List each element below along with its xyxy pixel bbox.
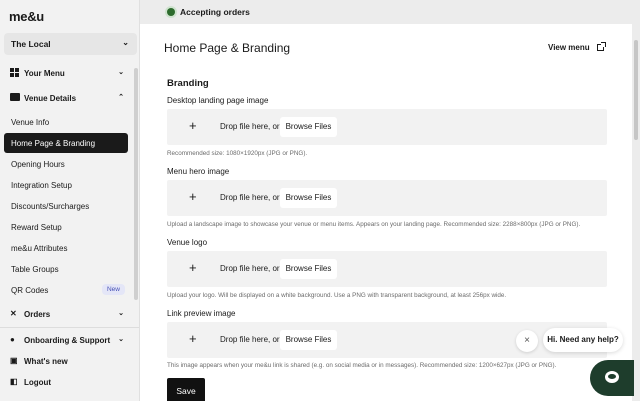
status-indicator (167, 8, 175, 16)
sidebar-item-label: Reward Setup (11, 223, 62, 232)
nav-section-venue-details[interactable]: Venue Details ⌃ (4, 89, 130, 107)
sidebar-item-label: Opening Hours (11, 160, 65, 169)
dropzone-link-preview[interactable]: + Drop file here, or Browse Files (167, 322, 607, 358)
new-badge: New (101, 284, 125, 295)
grid-icon (10, 68, 19, 77)
chevron-down-icon: ⌄ (122, 38, 129, 47)
nav-section-label: Venue Details (24, 94, 77, 103)
drop-text: Drop file here, or (220, 264, 280, 273)
sidebar-item-label: Home Page & Branding (11, 139, 96, 148)
plus-icon: + (189, 260, 197, 275)
status-bar: Accepting orders (140, 0, 640, 24)
sidebar-item-reward-setup[interactable]: Reward Setup (4, 217, 128, 237)
sidebar-item-label: Venue Info (11, 118, 50, 127)
main-scrollbar[interactable] (634, 40, 638, 140)
field-label: Desktop landing page image (167, 96, 269, 105)
sidebar-item-opening-hours[interactable]: Opening Hours (4, 154, 128, 174)
plus-icon: + (189, 118, 197, 133)
sidebar-item-discounts-surcharges[interactable]: Discounts/Surcharges (4, 196, 128, 216)
sidebar: me&u The Local ⌄ Your Menu ⌄ Venue Detai… (0, 0, 140, 401)
help-circle-icon: ● (10, 335, 15, 344)
field-label: Link preview image (167, 309, 236, 318)
sidebar-item-venue-info[interactable]: Venue Info (4, 112, 128, 132)
venue-selector-value: The Local (11, 39, 51, 49)
store-icon (10, 93, 20, 102)
external-link-icon (596, 42, 606, 51)
sidebar-item-home-page-branding[interactable]: Home Page & Branding (4, 133, 128, 153)
chevron-down-icon: ⌄ (118, 336, 124, 343)
sidebar-item-label: me&u Attributes (11, 244, 68, 253)
chevron-down-icon: ⌄ (118, 310, 124, 317)
chevron-up-icon: ⌃ (118, 94, 124, 101)
chat-icon (605, 371, 619, 383)
helper-text: Upload a landscape image to showcase you… (167, 221, 581, 228)
drop-text: Drop file here, or (220, 193, 280, 202)
nav-section-your-menu[interactable]: Your Menu ⌄ (4, 64, 130, 82)
plus-icon: + (189, 331, 197, 346)
field-label: Venue logo (167, 238, 208, 247)
sidebar-item-table-groups[interactable]: Table Groups (4, 259, 128, 279)
plus-icon: + (189, 189, 197, 204)
nav-section-label: Orders (24, 310, 51, 319)
status-text: Accepting orders (180, 7, 250, 17)
helper-text: This image appears when your me&u link i… (167, 362, 557, 369)
logout-icon: ◧ (10, 377, 18, 386)
sidebar-item-integration-setup[interactable]: Integration Setup (4, 175, 128, 195)
browse-files-button[interactable]: Browse Files (280, 259, 337, 279)
save-button[interactable]: Save (167, 378, 205, 401)
sidebar-item-label: Discounts/Surcharges (11, 202, 90, 211)
sidebar-item-label: Table Groups (11, 265, 59, 274)
dropzone-menu-hero[interactable]: + Drop file here, or Browse Files (167, 180, 607, 216)
dropzone-desktop-landing[interactable]: + Drop file here, or Browse Files (167, 109, 607, 145)
browse-files-button[interactable]: Browse Files (280, 188, 337, 208)
drop-text: Drop file here, or (220, 335, 280, 344)
field-label: Menu hero image (167, 167, 230, 176)
helper-text: Recommended size: 1080×1920px (JPG or PN… (167, 150, 308, 157)
logout-link[interactable]: ◧ Logout (4, 373, 130, 391)
nav-section-label: Your Menu (24, 69, 65, 78)
app-logo: me&u (9, 9, 44, 24)
nav-section-orders[interactable]: ✕ Orders ⌄ (4, 305, 130, 323)
browse-files-button[interactable]: Browse Files (280, 117, 337, 137)
utensils-icon: ✕ (10, 309, 17, 318)
chat-launcher-button[interactable] (590, 360, 634, 396)
sidebar-item-attributes[interactable]: me&u Attributes (4, 238, 128, 258)
gift-icon: ▣ (10, 356, 18, 365)
page-title: Home Page & Branding (164, 41, 291, 55)
sidebar-item-label: QR Codes (11, 286, 49, 295)
whats-new-label: What's new (24, 357, 68, 366)
view-menu-label: View menu (548, 43, 590, 52)
sidebar-item-label: Integration Setup (11, 181, 72, 190)
venue-selector[interactable]: The Local ⌄ (4, 33, 137, 55)
logout-label: Logout (24, 378, 52, 387)
drop-text: Drop file here, or (220, 122, 280, 131)
nav-section-onboarding-support[interactable]: ● Onboarding & Support ⌄ (4, 331, 130, 349)
sidebar-item-qr-codes[interactable]: QR Codes New (4, 280, 128, 300)
close-help-button[interactable]: × (516, 330, 538, 352)
nav-section-label: Onboarding & Support (24, 336, 111, 345)
browse-files-button[interactable]: Browse Files (280, 330, 337, 350)
whats-new-link[interactable]: ▣ What's new (4, 352, 130, 370)
helper-text: Upload your logo. Will be displayed on a… (167, 292, 507, 299)
section-title: Branding (167, 78, 209, 89)
chevron-down-icon: ⌄ (118, 69, 124, 76)
help-bubble[interactable]: Hi. Need any help? (543, 328, 623, 352)
view-menu-link[interactable]: View menu (548, 42, 606, 52)
dropzone-venue-logo[interactable]: + Drop file here, or Browse Files (167, 251, 607, 287)
sidebar-scrollbar[interactable] (134, 68, 138, 300)
